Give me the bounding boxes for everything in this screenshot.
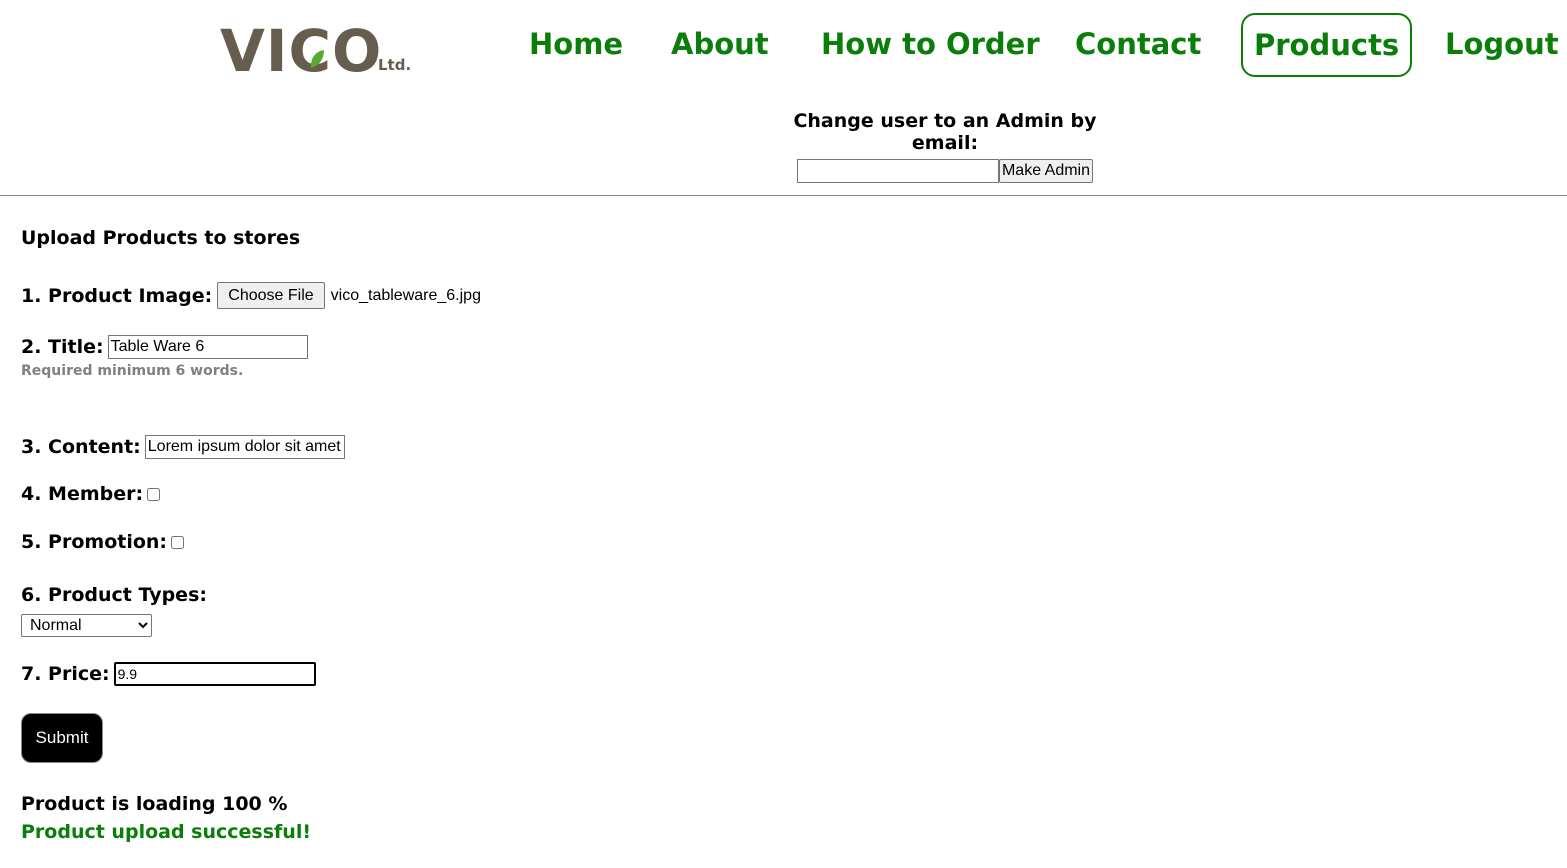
title-row: 2. Title: (21, 335, 308, 359)
price-input[interactable] (113, 662, 316, 686)
nav-products[interactable]: Products (1241, 13, 1413, 77)
price-label: 7. Price: (21, 663, 110, 685)
product-type-select[interactable]: Normal (21, 614, 152, 637)
product-image-label: 1. Product Image: (21, 284, 213, 307)
content-input[interactable] (144, 435, 345, 459)
admin-email-input[interactable] (796, 159, 999, 183)
upload-heading: Upload Products to stores (21, 227, 301, 249)
price-row: 7. Price: (21, 662, 316, 686)
page: VICO Ltd. Home About How to Order Contac… (0, 0, 1567, 868)
upload-success-message: Product upload successful! (21, 821, 312, 843)
nav-how-to-order[interactable]: How to Order (821, 27, 1040, 61)
main-nav: Home About How to Order Contact Products… (0, 0, 1567, 90)
promotion-label: 5. Promotion: (21, 531, 168, 553)
product-image-row: 1. Product Image: Choose File vico_table… (21, 282, 481, 309)
member-checkbox[interactable] (147, 487, 161, 501)
nav-contact[interactable]: Contact (1075, 27, 1201, 61)
promotion-row: 5. Promotion: (21, 531, 185, 553)
nav-about[interactable]: About (671, 27, 769, 61)
product-types-row: 6. Product Types: (21, 584, 207, 606)
selected-file-name: vico_tableware_6.jpg (330, 286, 481, 304)
content-row: 3. Content: (21, 435, 345, 459)
promotion-checkbox[interactable] (171, 535, 185, 549)
make-admin-section: Change user to an Admin by email: Make A… (760, 110, 1130, 183)
content-label: 3. Content: (21, 436, 141, 458)
title-input[interactable] (107, 335, 308, 359)
product-types-label: 6. Product Types: (21, 584, 207, 606)
loading-status: Product is loading 100 % (21, 793, 288, 815)
member-row: 4. Member: (21, 483, 161, 505)
choose-file-button[interactable]: Choose File (217, 282, 325, 309)
make-admin-label: Change user to an Admin by email: (793, 110, 1097, 154)
member-label: 4. Member: (21, 483, 144, 505)
title-hint: Required minimum 6 words. (21, 363, 244, 379)
make-admin-button[interactable]: Make Admin (998, 159, 1094, 183)
header-divider (0, 195, 1567, 196)
nav-home[interactable]: Home (529, 27, 623, 61)
title-label: 2. Title: (21, 336, 104, 358)
submit-button[interactable]: Submit (21, 713, 103, 763)
make-admin-row: Make Admin (760, 159, 1130, 183)
nav-logout[interactable]: Logout (1445, 27, 1559, 61)
